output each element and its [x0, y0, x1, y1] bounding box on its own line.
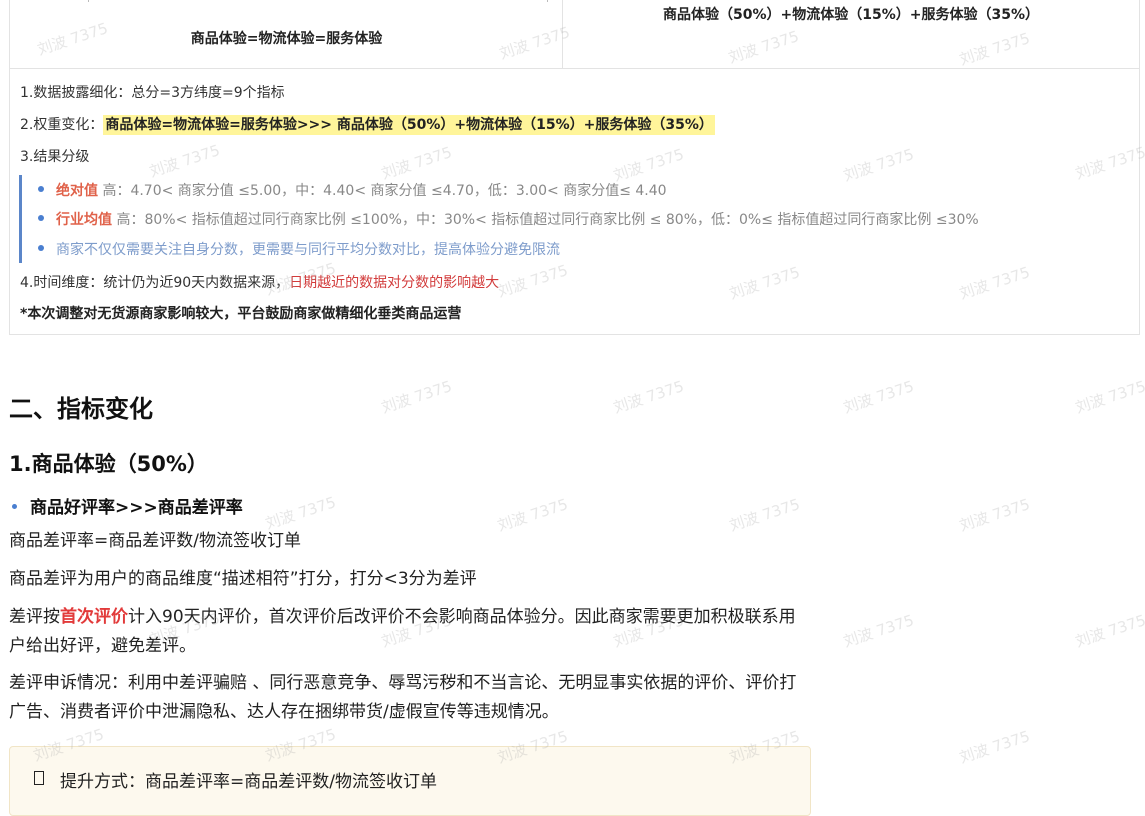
grade-industry: 行业均值 高：80%< 指标值超过同行商家比例 ≤100%，中：30%< 指标值…	[38, 209, 979, 229]
summary-item-3: 3.结果分级	[20, 149, 90, 165]
metric-bullet-text: 商品好评率>>>商品差评率	[30, 498, 243, 518]
bullet-dot-icon	[38, 245, 44, 251]
comparison-table: 商品体验=物流体验=服务体验 商品体验（50%）+物流体验（15%）+服务体验（…	[9, 0, 1140, 69]
metric-bullet: 商品好评率>>>商品差评率	[12, 493, 243, 518]
summary-box: 1.数据披露细化：总分=3方纬度=9个指标 2.权重变化： 商品体验=物流体验=服…	[9, 69, 1140, 335]
watermark: 刘波 7375	[379, 377, 455, 417]
grade-note: 商家不仅仅需要关注自身分数，更需要与同行平均分数对比，提高体验分避免限流	[38, 239, 560, 259]
paragraph-first-review: 差评按首次评价计入90天内评价，首次评价后改评价不会影响商品体验分。因此商家需要…	[9, 603, 809, 661]
grade-industry-text: 高：80%< 指标值超过同行商家比例 ≤100%，中：30%< 指标值超过同行商…	[112, 212, 979, 228]
tip-text: 提升方式：商品差评率=商品差评数/物流签收订单	[60, 772, 437, 792]
summary-item-2-label: 2.权重变化：	[20, 117, 104, 133]
summary-item-4-text: 4.时间维度：统计仍为近90天内数据来源，	[20, 275, 290, 291]
summary-item-4-red: 日期越近的数据对分数的影响越大	[289, 275, 500, 291]
bullet-dot-icon	[38, 186, 44, 192]
paragraph-formula: 商品差评率=商品差评数/物流签收订单	[9, 531, 301, 551]
summary-item-4: 4.时间维度：统计仍为近90天内数据来源，日期越近的数据对分数的影响越大	[20, 272, 499, 292]
grade-industry-key: 行业均值	[56, 212, 112, 228]
summary-item-2: 2.权重变化： 商品体验=物流体验=服务体验>>> 商品体验（50%）+物流体验（…	[20, 114, 715, 135]
paragraph-first-review-pre: 差评按	[9, 607, 60, 627]
cropped-image-edge-left	[88, 0, 89, 2]
paragraph-appeal: 差评申诉情况：利用中差评骗赔 、同行恶意竞争、辱骂污秽和不当言论、无明显事实依据…	[9, 673, 797, 722]
old-formula: 商品体验=物流体验=服务体验	[190, 31, 383, 47]
weight-change-highlight: 商品体验=物流体验=服务体验>>> 商品体验（50%）+物流体验（15%）+服务…	[103, 115, 715, 135]
watermark: 刘波 7375	[1073, 611, 1145, 651]
grade-note-text: 商家不仅仅需要关注自身分数，更需要与同行平均分数对比，提高体验分避免限流	[56, 242, 560, 258]
first-review-emphasis: 首次评价	[60, 607, 128, 627]
comparison-cell-new: 商品体验（50%）+物流体验（15%）+服务体验（35%）	[563, 0, 1139, 69]
watermark: 刘波 7375	[841, 611, 917, 651]
watermark: 刘波 7375	[957, 495, 1033, 535]
tip-callout: 提升方式：商品差评率=商品差评数/物流签收订单	[9, 746, 811, 816]
paragraph-definition: 商品差评为用户的商品维度“描述相符”打分，打分<3分为差评	[9, 569, 477, 589]
watermark: 刘波 7375	[611, 377, 687, 417]
section-heading: 二、指标变化	[9, 395, 153, 423]
subsection-heading: 1.商品体验（50%）	[9, 452, 208, 476]
grade-absolute: 绝对值 高：4.70< 商家分值 ≤5.00，中：4.40< 商家分值 ≤4.7…	[38, 180, 667, 200]
watermark: 刘波 7375	[1073, 377, 1145, 417]
summary-item-1: 1.数据披露细化：总分=3方纬度=9个指标	[20, 85, 285, 101]
watermark: 刘波 7375	[957, 727, 1033, 767]
summary-footnote: *本次调整对无货源商家影响较大，平台鼓励商家做精细化垂类商品运营	[20, 306, 462, 322]
bullet-dot-icon	[12, 503, 17, 509]
grade-absolute-key: 绝对值	[56, 183, 98, 199]
comparison-cell-old: 商品体验=物流体验=服务体验	[10, 0, 563, 69]
watermark: 刘波 7375	[841, 377, 917, 417]
placeholder-glyph-icon	[34, 771, 44, 785]
grade-absolute-text: 高：4.70< 商家分值 ≤5.00，中：4.40< 商家分值 ≤4.70，低：…	[98, 183, 667, 199]
bullet-dot-icon	[38, 215, 44, 221]
new-formula: 商品体验（50%）+物流体验（15%）+服务体验（35%）	[663, 7, 1039, 23]
cropped-image-edge-right	[547, 0, 548, 2]
grade-quote-block: 绝对值 高：4.70< 商家分值 ≤5.00，中：4.40< 商家分值 ≤4.7…	[19, 175, 1122, 263]
